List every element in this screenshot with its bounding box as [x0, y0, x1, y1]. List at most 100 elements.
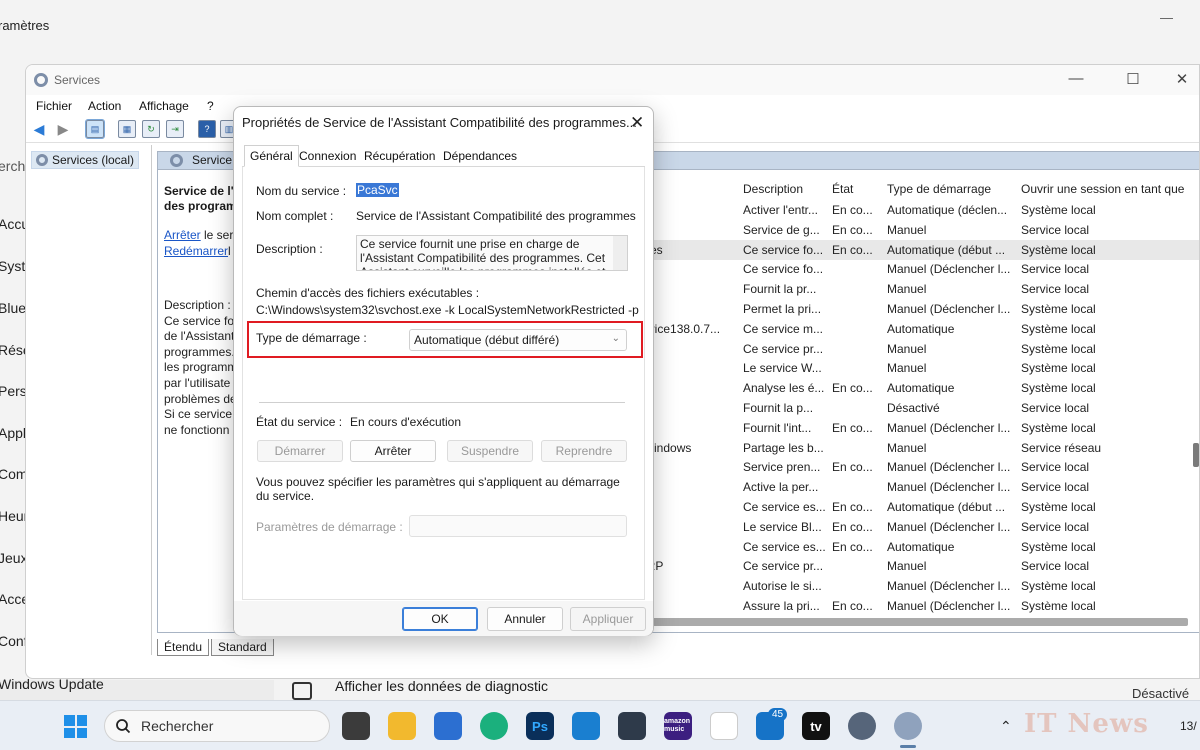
- snipping-tool-icon[interactable]: [710, 712, 738, 740]
- services-taskbar-icon[interactable]: [894, 712, 922, 740]
- services-list: Description État Type de démarrage Ouvri…: [630, 172, 1199, 613]
- settings-nav-item[interactable]: Com: [0, 466, 28, 482]
- table-row[interactable]: Service pren... En co... Manuel (Déclenche…: [638, 457, 1199, 477]
- settings-nav-item[interactable]: Blue: [0, 300, 26, 316]
- windows-start-icon[interactable]: [64, 715, 87, 738]
- column-header-logon[interactable]: Ouvrir une session en tant que: [1021, 182, 1184, 196]
- table-row[interactable]: Ce service es... En co... Automatique Systè…: [638, 537, 1199, 557]
- tab-recuperation[interactable]: Récupération: [364, 149, 435, 163]
- terminal-icon[interactable]: [618, 712, 646, 740]
- table-row[interactable]: Active la per... Manuel (Déclencher l... S…: [638, 477, 1199, 497]
- table-row[interactable]: cLe service W...ManuelSystème local: [630, 358, 1199, 378]
- vertical-scrollbar-thumb[interactable]: [1193, 443, 1199, 467]
- description-scrollbar[interactable]: [613, 236, 627, 270]
- table-row[interactable]: Activer l'entr... En co... Automatique (dé…: [638, 200, 1199, 220]
- tree-item-services-local[interactable]: Services (local): [31, 151, 140, 169]
- table-row[interactable]: Ce service fo... Manuel (Déclencher l... S…: [638, 259, 1199, 279]
- table-row[interactable]: Assure la pri... En co... Manuel (Déclench…: [638, 596, 1199, 616]
- task-view-icon[interactable]: [342, 712, 370, 740]
- horizontal-scrollbar[interactable]: [628, 618, 1188, 626]
- close-icon[interactable]: ✕: [1172, 70, 1192, 88]
- description-cell: Ce service es...: [743, 539, 825, 554]
- file-explorer-icon[interactable]: [388, 712, 416, 740]
- logon-cell: Système local: [1021, 599, 1096, 613]
- minimize-icon[interactable]: —: [1066, 70, 1086, 87]
- diagnostic-data-link[interactable]: Afficher les données de diagnostic: [335, 678, 548, 694]
- description-box[interactable]: Ce service fournit une prise en charge d…: [356, 235, 628, 271]
- table-row[interactable]: mmesCe service fo...En co...Automatique …: [630, 239, 1199, 260]
- table-row[interactable]: PNRPCe service pr...ManuelService local: [630, 556, 1199, 576]
- settings-nav-item[interactable]: Conf: [0, 633, 28, 649]
- settings-nav-item[interactable]: Jeux: [0, 550, 28, 566]
- restart-service-link[interactable]: Redémarrer: [164, 244, 228, 258]
- tab-general[interactable]: Général: [244, 145, 299, 167]
- apply-button[interactable]: Appliquer: [570, 607, 646, 631]
- settings-gear-icon[interactable]: [848, 712, 876, 740]
- startup-type-select[interactable]: Automatique (début différé) ⌄: [409, 329, 627, 351]
- start-button[interactable]: Démarrer: [257, 440, 343, 462]
- forward-arrow-icon[interactable]: ▶: [54, 120, 72, 138]
- refresh-icon[interactable]: ↻: [142, 120, 160, 138]
- menu-help[interactable]: ?: [207, 99, 214, 113]
- startup-type-cell: Manuel (Déclencher l...: [887, 460, 1011, 475]
- microsoft-store-icon[interactable]: [434, 712, 462, 740]
- tab-connexion[interactable]: Connexion: [299, 149, 356, 163]
- photoshop-icon[interactable]: Ps: [526, 712, 554, 740]
- minimize-icon[interactable]: —: [1160, 10, 1173, 25]
- pause-button[interactable]: Suspendre: [447, 440, 533, 462]
- table-row[interactable]: Ce service pr... Manuel Système local: [638, 339, 1199, 359]
- table-row[interactable]: Fournit la p... Désactivé Service local: [638, 398, 1199, 418]
- table-row[interactable]: ia Windows Partage les b... Manuel Service …: [630, 438, 1199, 458]
- show-console-tree-icon[interactable]: ▤: [85, 119, 105, 139]
- table-row[interactable]: Service138.0.7... Ce service m... Automati…: [630, 319, 1199, 339]
- column-header-startup-type[interactable]: Type de démarrage: [887, 182, 991, 196]
- column-header-state[interactable]: État: [832, 182, 853, 196]
- startup-type-cell: Automatique: [887, 321, 955, 336]
- table-row[interactable]: nFournit la pr...ManuelService local: [630, 279, 1199, 299]
- description-cell: Fournit l'int...: [743, 420, 812, 435]
- resume-button[interactable]: Reprendre: [541, 440, 627, 462]
- table-row[interactable]: Service de g... En co... Manuel Service loc…: [638, 220, 1199, 240]
- back-arrow-icon[interactable]: ◀: [30, 120, 48, 138]
- taskbar-search[interactable]: Rechercher: [104, 710, 330, 742]
- pane-header-label: Service: [192, 153, 233, 167]
- table-row[interactable]: Autorise le si... Manuel (Déclencher l...…: [638, 576, 1199, 596]
- menu-action[interactable]: Action: [88, 99, 121, 113]
- help-icon[interactable]: ?: [198, 120, 216, 138]
- cancel-button[interactable]: Annuler: [487, 607, 563, 631]
- app-cube-icon[interactable]: [572, 712, 600, 740]
- table-row[interactable]: Analyse les é... En co... Automatique Systè…: [638, 378, 1199, 398]
- table-row[interactable]: Fournit l'int... En co... Manuel (Déclench…: [638, 418, 1199, 438]
- stop-service-link[interactable]: Arrêter: [164, 228, 201, 242]
- startup-type-cell: Manuel (Déclencher l...: [887, 480, 1011, 495]
- table-row[interactable]: Le service Bl... En co... Manuel (Déclench…: [638, 517, 1199, 537]
- stop-button[interactable]: Arrêter: [350, 440, 436, 462]
- properties-icon[interactable]: ▦: [118, 120, 136, 138]
- divider: [259, 402, 625, 403]
- settings-nav-item[interactable]: Appl: [0, 425, 26, 441]
- table-row[interactable]: Ce service es... En co... Automatique (déb…: [638, 497, 1199, 517]
- menu-affichage[interactable]: Affichage: [139, 99, 189, 113]
- service-name-value[interactable]: PcaSvc: [356, 183, 399, 197]
- tab-etendu[interactable]: Étendu: [157, 639, 210, 656]
- close-icon[interactable]: ✕: [630, 113, 644, 133]
- chevron-up-icon[interactable]: ⌃: [1000, 718, 1012, 735]
- table-row[interactable]: Permet la pri... Manuel (Déclencher l... S…: [638, 299, 1199, 319]
- edge-icon[interactable]: [480, 712, 508, 740]
- menu-fichier[interactable]: Fichier: [36, 99, 72, 113]
- dialog-title: Propriétés de Service de l'Assistant Com…: [242, 115, 637, 130]
- tab-dependances[interactable]: Dépendances: [443, 149, 517, 163]
- maximize-icon[interactable]: ☐: [1123, 70, 1143, 88]
- export-list-icon[interactable]: ⇥: [166, 120, 184, 138]
- services-titlebar: Services — ☐ ✕: [26, 65, 1199, 95]
- parameters-input[interactable]: [409, 515, 627, 537]
- startup-type-cell: Automatique (déclen...: [887, 203, 1008, 217]
- ok-button[interactable]: OK: [402, 607, 478, 631]
- amazon-music-icon[interactable]: amazon music: [664, 712, 692, 740]
- tab-standard[interactable]: Standard: [211, 639, 274, 656]
- logon-cell: Système local: [1021, 203, 1096, 217]
- apple-tv-icon[interactable]: tv: [802, 712, 830, 740]
- clock-date[interactable]: 13/: [1180, 719, 1197, 733]
- tree-item-label: Services (local): [52, 153, 135, 167]
- column-header-description[interactable]: Description: [743, 182, 803, 196]
